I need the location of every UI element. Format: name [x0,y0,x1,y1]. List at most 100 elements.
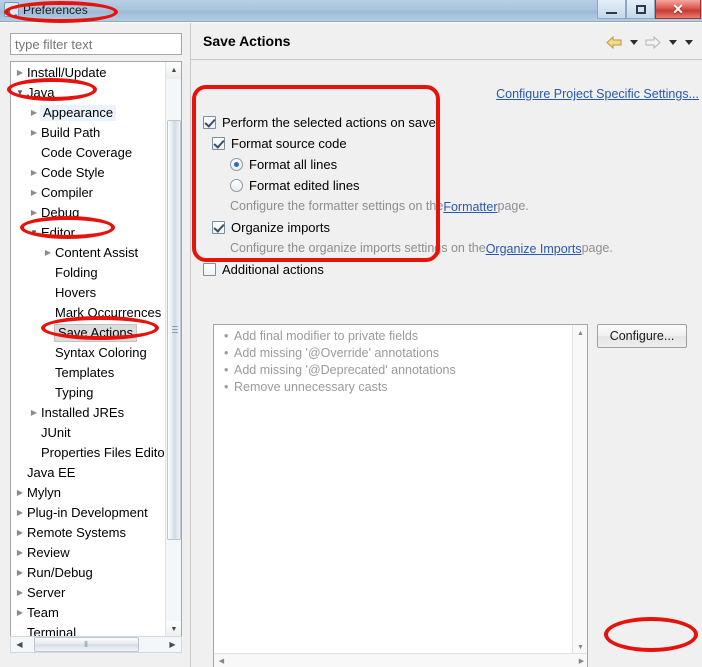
sidebar-item-server[interactable]: ▶ Server [11,583,167,603]
forward-history-dropdown[interactable] [666,33,679,51]
list-horizontal-scrollbar[interactable]: ◀ ▶ [214,653,587,667]
sidebar-item-installed-jres[interactable]: ▶ Installed JREs [11,403,167,423]
format-source-row[interactable]: Format source code [203,133,673,154]
list-vertical-scrollbar[interactable]: ▲ ▼ [572,325,587,655]
sidebar-item-install-update[interactable]: ▶ Install/Update [11,63,167,83]
sidebar-item-syntax-coloring[interactable]: ▶Syntax Coloring [11,343,167,363]
organize-imports-row[interactable]: Organize imports [203,217,673,238]
sidebar-item-java-ee[interactable]: ▶Java EE [11,463,167,483]
sidebar-item-label: Install/Update [27,65,107,80]
sidebar-item-typing[interactable]: ▶Typing [11,383,167,403]
organize-imports-checkbox[interactable] [212,221,225,234]
expand-arrow-right-icon[interactable]: ▶ [13,569,27,577]
expand-arrow-right-icon[interactable]: ▶ [27,409,41,417]
sidebar-item-mark-occurrences[interactable]: ▶Mark Occurrences [11,303,167,323]
format-edited-lines-row[interactable]: Format edited lines [203,175,673,196]
format-all-lines-row[interactable]: Format all lines [203,154,673,175]
expand-arrow-right-icon[interactable]: ▶ [13,589,27,597]
additional-actions-checkbox[interactable] [203,263,216,276]
perform-actions-row[interactable]: Perform the selected actions on save [203,112,673,133]
sidebar-item-appearance[interactable]: ▶ Appearance [11,103,167,123]
organize-imports-link[interactable]: Organize Imports [486,242,582,256]
sidebar-item-team[interactable]: ▶ Team [11,603,167,623]
expand-arrow-down-icon[interactable]: ▼ [13,89,27,97]
format-all-lines-radio[interactable] [230,158,243,171]
tree-scroll-left-icon[interactable]: ◀ [11,637,28,652]
sidebar-item-mylyn[interactable]: ▶ Mylyn [11,483,167,503]
sidebar-item-junit[interactable]: ▶JUnit [11,423,167,443]
sidebar-item-java[interactable]: ▼ Java [11,83,167,103]
list-scroll-right-icon[interactable]: ▶ [574,654,587,667]
organize-hint-suffix: page. [581,241,613,255]
sidebar-item-build-path[interactable]: ▶ Build Path [11,123,167,143]
tree-scroll-up-icon[interactable]: ▲ [166,62,181,79]
expand-arrow-right-icon[interactable]: ▶ [13,529,27,537]
sidebar-item-review[interactable]: ▶ Review [11,543,167,563]
additional-actions-row[interactable]: Additional actions [203,259,673,280]
configure-button[interactable]: Configure... [597,324,687,348]
formatter-link[interactable]: Formatter [443,200,497,214]
sidebar-item-editor[interactable]: ▼ Editor [11,223,167,243]
expand-arrow-right-icon[interactable]: ▶ [27,209,41,217]
sidebar-item-content-assist[interactable]: ▶ Content Assist [11,243,167,263]
sidebar-item-label: Code Style [41,165,105,180]
save-actions-options: Perform the selected actions on save For… [203,112,673,280]
sidebar-item-code-style[interactable]: ▶ Code Style [11,163,167,183]
page-content: Configure Project Specific Settings... P… [191,61,702,667]
sidebar-item-plug-in-development[interactable]: ▶ Plug-in Development [11,503,167,523]
expand-arrow-right-icon[interactable]: ▶ [13,69,27,77]
expand-arrow-right-icon[interactable]: ▶ [13,509,27,517]
sidebar-item-label: Code Coverage [41,145,133,160]
preferences-page: Save Actions Configure Project Specific … [190,23,702,667]
expand-arrow-right-icon[interactable]: ▶ [27,109,41,117]
view-menu-dropdown[interactable] [682,33,695,51]
preferences-tree[interactable]: ▶ Install/Update ▼ Java ▶ Appearance ▶ Build Pa… [10,61,182,639]
sidebar-item-compiler[interactable]: ▶ Compiler [11,183,167,203]
sidebar-item-hovers[interactable]: ▶Hovers [11,283,167,303]
additional-actions-list[interactable]: • Add final modifier to private fields • Ad… [213,324,588,667]
formatter-hint-suffix: page. [497,199,529,213]
twisty-spacer-icon: ▶ [41,329,55,337]
forward-button[interactable] [643,33,663,51]
expand-arrow-right-icon[interactable]: ▶ [27,189,41,197]
expand-arrow-right-icon[interactable]: ▶ [13,489,27,497]
tree-hscroll-thumb[interactable]: ⦀ [34,637,139,652]
tree-hscroll-track[interactable]: ⦀ [28,637,164,652]
sidebar-item-folding[interactable]: ▶Folding [11,263,167,283]
format-source-checkbox[interactable] [212,137,225,150]
maximize-button[interactable] [626,0,655,19]
expand-arrow-right-icon[interactable]: ▶ [27,129,41,137]
configure-project-specific-settings-link[interactable]: Configure Project Specific Settings... [496,87,699,101]
expand-arrow-right-icon[interactable]: ▶ [13,549,27,557]
format-edited-lines-radio[interactable] [230,179,243,192]
window-controls: ✕ [597,0,701,19]
sidebar-item-run-debug[interactable]: ▶ Run/Debug [11,563,167,583]
expand-arrow-right-icon[interactable]: ▶ [13,609,27,617]
sidebar-item-debug[interactable]: ▶ Debug [11,203,167,223]
format-source-label: Format source code [231,136,347,151]
perform-actions-label: Perform the selected actions on save [222,115,436,130]
sidebar-item-label: Mylyn [27,485,61,500]
perform-actions-checkbox[interactable] [203,116,216,129]
tree-scroll-thumb[interactable] [167,120,181,540]
list-scroll-up-icon[interactable]: ▲ [573,325,587,341]
close-button[interactable]: ✕ [655,0,701,19]
filter-input[interactable] [10,33,182,55]
list-scroll-left-icon[interactable]: ◀ [214,654,229,667]
expand-arrow-right-icon[interactable]: ▶ [27,169,41,177]
minimize-button[interactable] [597,0,626,19]
sidebar-item-code-coverage[interactable]: ▶Code Coverage [11,143,167,163]
sidebar-item-properties-files-editor[interactable]: ▶Properties Files Editor [11,443,169,463]
back-button[interactable] [604,33,624,51]
back-history-dropdown[interactable] [627,33,640,51]
twisty-spacer-icon: ▶ [41,309,55,317]
tree-horizontal-scrollbar[interactable]: ◀ ⦀ ▶ [10,636,182,653]
sidebar-item-save-actions[interactable]: ▶Save Actions [11,323,167,343]
tree-scroll-right-icon[interactable]: ▶ [164,637,181,652]
sidebar-item-remote-systems[interactable]: ▶ Remote Systems [11,523,167,543]
sidebar-item-templates[interactable]: ▶Templates [11,363,167,383]
expand-arrow-right-icon[interactable]: ▶ [41,249,55,257]
expand-arrow-down-icon[interactable]: ▼ [27,229,41,237]
organize-imports-label: Organize imports [231,220,330,235]
tree-vertical-scrollbar[interactable]: ▲ ▼ [165,62,181,638]
